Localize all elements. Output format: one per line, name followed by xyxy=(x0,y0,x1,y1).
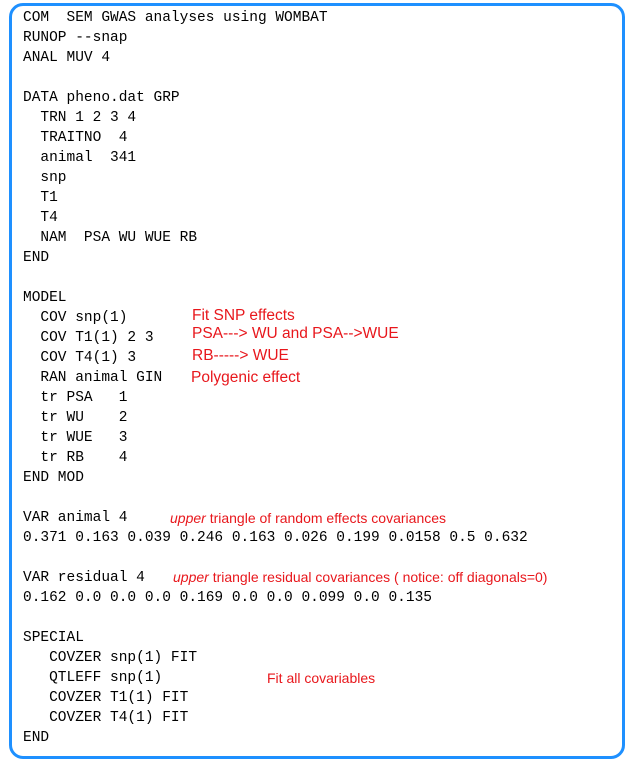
annotation-residual-emphasis: upper xyxy=(173,569,209,585)
annotation-residual-text: triangle residual covariances ( notice: … xyxy=(208,569,548,585)
code-line: RAN animal GIN xyxy=(23,370,163,386)
code-line: tr RB 4 xyxy=(23,450,128,466)
code-line: COVZER T4(1) FIT xyxy=(23,710,189,726)
code-line: NAM PSA WU WUE RB xyxy=(23,230,198,246)
code-line: COM SEM GWAS analyses using WOMBAT xyxy=(23,10,328,26)
annotation-animal-text: triangle of random effects covariances xyxy=(205,510,447,526)
code-line: DATA pheno.dat GRP xyxy=(23,90,180,106)
code-line: snp xyxy=(23,170,67,186)
code-line: RUNOP --snap xyxy=(23,30,128,46)
code-line: ANAL MUV 4 xyxy=(23,50,111,66)
annotation-animal-covariances: upper triangle of random effects covaria… xyxy=(170,509,446,527)
code-line: END xyxy=(23,730,50,746)
code-line: COV snp(1) xyxy=(23,310,128,326)
code-line: 0.371 0.163 0.039 0.246 0.163 0.026 0.19… xyxy=(23,530,528,546)
code-line: SPECIAL xyxy=(23,630,84,646)
annotation-animal-emphasis: upper xyxy=(170,510,206,526)
code-line: VAR animal 4 xyxy=(23,510,128,526)
code-line: TRAITNO 4 xyxy=(23,130,128,146)
annotation-polygenic: Polygenic effect xyxy=(191,369,301,386)
code-line: COV T4(1) 3 xyxy=(23,350,137,366)
code-line: END MOD xyxy=(23,470,84,486)
code-line: animal 341 xyxy=(23,150,137,166)
annotation-residual-covariances: upper triangle residual covariances ( no… xyxy=(173,568,547,586)
code-line: COV T1(1) 2 3 xyxy=(23,330,154,346)
code-line: QTLEFF snp(1) xyxy=(23,670,163,686)
code-line: MODEL xyxy=(23,290,67,306)
code-line: tr PSA 1 xyxy=(23,390,128,406)
code-line: tr WUE 3 xyxy=(23,430,128,446)
code-line: TRN 1 2 3 4 xyxy=(23,110,137,126)
annotation-fit-snp: Fit SNP effects xyxy=(192,307,295,324)
annotation-psa-wu-wue: PSA---> WU and PSA-->WUE xyxy=(192,325,399,342)
code-line: COVZER snp(1) FIT xyxy=(23,650,198,666)
code-line: T4 xyxy=(23,210,58,226)
code-line: T1 xyxy=(23,190,58,206)
code-line: COVZER T1(1) FIT xyxy=(23,690,189,706)
annotation-rb-wue: RB-----> WUE xyxy=(192,347,289,364)
code-line: 0.162 0.0 0.0 0.0 0.169 0.0 0.0 0.099 0.… xyxy=(23,590,432,606)
code-line: VAR residual 4 xyxy=(23,570,145,586)
annotation-fit-all: Fit all covariables xyxy=(267,670,376,686)
code-line: tr WU 2 xyxy=(23,410,128,426)
code-line: END xyxy=(23,250,50,266)
